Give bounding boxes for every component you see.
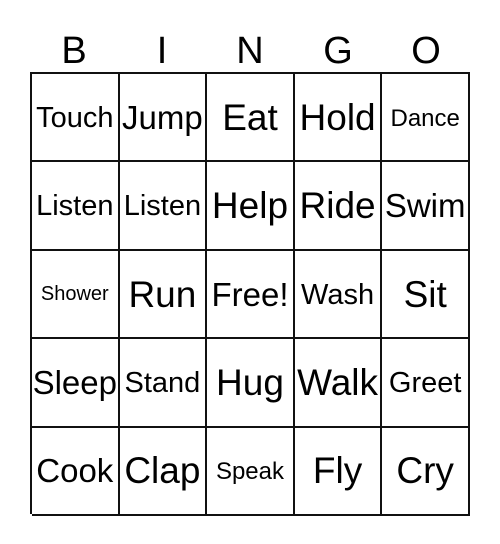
- bingo-cell[interactable]: Run: [119, 250, 208, 340]
- bingo-cell-label: Speak: [215, 458, 285, 486]
- bingo-cell[interactable]: Eat: [207, 74, 295, 163]
- bingo-cell-label: Cry: [396, 450, 454, 492]
- bingo-cell-label: Swim: [384, 187, 466, 225]
- bingo-cell-label: Jump: [122, 98, 203, 136]
- bingo-cell-label: Greet: [388, 367, 462, 400]
- bingo-cell[interactable]: Listen: [32, 162, 120, 251]
- bingo-row: Cook Clap Speak Fly Cry: [32, 427, 470, 516]
- bingo-cell-label: Touch: [36, 101, 114, 134]
- bingo-row: Sleep Stand Hug Walk Greet: [32, 339, 470, 428]
- bingo-cell-label: Hug: [216, 361, 284, 403]
- bingo-cell[interactable]: Clap: [119, 427, 208, 516]
- bingo-cell[interactable]: Jump: [119, 74, 208, 163]
- bingo-grid: Touch Jump Eat Hold Dance Listen Listen …: [30, 72, 470, 516]
- bingo-cell-label: Sleep: [32, 364, 117, 402]
- bingo-cell-label: Ride: [299, 185, 376, 227]
- bingo-header-row: B I N G O: [30, 22, 470, 72]
- bingo-cell[interactable]: Touch: [32, 74, 120, 163]
- bingo-cell-label: Shower: [40, 283, 109, 306]
- header-letter-o: O: [411, 30, 441, 72]
- bingo-cell[interactable]: Hug: [207, 339, 295, 428]
- bingo-row: Listen Listen Help Ride Swim: [32, 162, 470, 251]
- bingo-cell[interactable]: Sit: [382, 250, 470, 340]
- bingo-cell[interactable]: Sleep: [32, 339, 120, 428]
- bingo-cell[interactable]: Listen: [119, 162, 208, 251]
- bingo-cell-label: Listen: [36, 190, 114, 223]
- bingo-cell-label: Fly: [312, 450, 363, 492]
- bingo-cell[interactable]: Help: [207, 162, 295, 251]
- bingo-cell-label: Sit: [403, 273, 447, 315]
- bingo-cell[interactable]: Shower: [32, 250, 120, 340]
- header-letter-i: I: [156, 30, 168, 72]
- bingo-cell-label: Listen: [123, 190, 202, 223]
- header-letter-g: G: [323, 30, 353, 72]
- header-letter-b: B: [61, 30, 87, 72]
- bingo-cell-label: Clap: [124, 450, 201, 492]
- bingo-cell[interactable]: Cry: [382, 427, 470, 516]
- bingo-cell[interactable]: Stand: [119, 339, 208, 428]
- bingo-cell-label: Wash: [301, 278, 375, 311]
- bingo-cell[interactable]: Speak: [207, 427, 295, 516]
- bingo-row: Shower Run Free! Wash Sit: [32, 250, 470, 340]
- bingo-cell-label: Dance: [390, 104, 460, 132]
- bingo-cell[interactable]: Swim: [382, 162, 470, 251]
- bingo-cell-free-space[interactable]: Free!: [207, 250, 295, 340]
- bingo-cell-label: Help: [211, 185, 289, 227]
- bingo-cell[interactable]: Walk: [294, 339, 383, 428]
- header-letter-n: N: [236, 30, 264, 72]
- bingo-cell-label: Walk: [297, 361, 378, 403]
- bingo-cell-label: Cook: [36, 452, 114, 490]
- bingo-cell-label: Hold: [299, 96, 376, 138]
- bingo-card: B I N G O Touch Jump Eat Hold Dance List…: [0, 0, 500, 544]
- bingo-cell[interactable]: Ride: [294, 162, 383, 251]
- bingo-cell[interactable]: Fly: [294, 427, 383, 516]
- bingo-cell-label: Eat: [222, 96, 278, 138]
- bingo-cell[interactable]: Dance: [382, 74, 470, 163]
- bingo-cell-label: Free!: [211, 275, 289, 313]
- bingo-cell[interactable]: Cook: [32, 427, 120, 516]
- bingo-cell-label: Stand: [124, 367, 201, 400]
- bingo-cell[interactable]: Greet: [382, 339, 470, 428]
- bingo-cell[interactable]: Hold: [294, 74, 383, 163]
- bingo-cell[interactable]: Wash: [294, 250, 383, 340]
- bingo-row: Touch Jump Eat Hold Dance: [32, 74, 470, 163]
- bingo-cell-label: Run: [128, 273, 197, 315]
